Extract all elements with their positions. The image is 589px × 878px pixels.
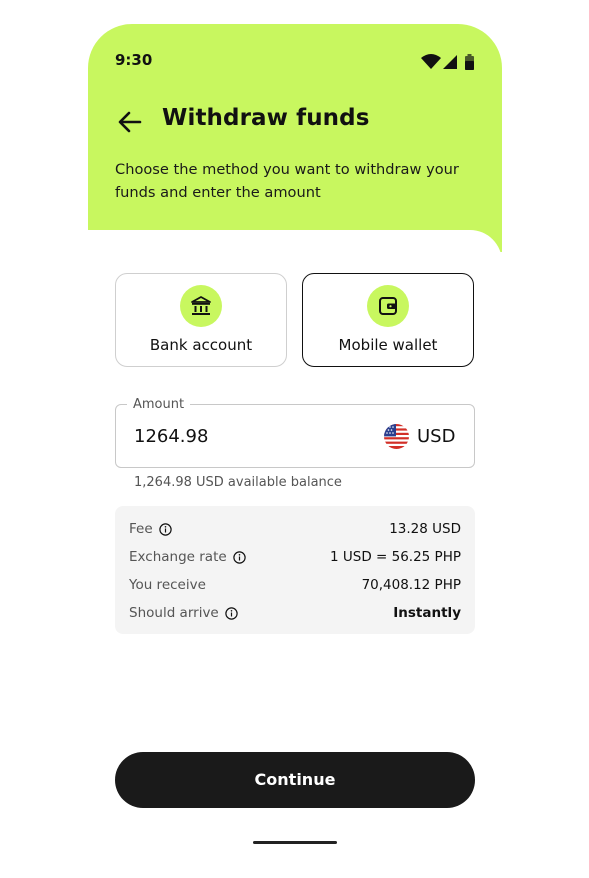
info-icon[interactable] (225, 606, 238, 620)
status-time: 9:30 (115, 51, 153, 69)
page-title: Withdraw funds (162, 105, 370, 131)
signal-icon (443, 55, 457, 69)
you-receive-label: You receive (129, 577, 206, 593)
available-balance-hint: 1,264.98 USD available balance (134, 475, 342, 490)
bank-icon (180, 285, 222, 327)
method-bank-account[interactable]: Bank account (115, 273, 287, 367)
info-icon[interactable] (232, 550, 246, 564)
wallet-icon (367, 285, 409, 327)
summary-row-label: Exchange rate (129, 549, 246, 565)
summary-row-label: You receive (129, 577, 206, 593)
header-curve (88, 230, 502, 270)
amount-label: Amount (127, 397, 191, 412)
home-indicator[interactable] (253, 841, 337, 844)
status-icons (421, 53, 477, 71)
method-label: Mobile wallet (338, 336, 438, 354)
exchange-rate-value: 1 USD = 56.25 PHP (330, 549, 461, 565)
us-flag-icon[interactable] (384, 424, 409, 449)
wifi-icon (421, 54, 474, 70)
exchange-rate-label: Exchange rate (129, 549, 227, 565)
continue-button[interactable]: Continue (115, 752, 475, 808)
fee-value: 13.28 USD (389, 521, 461, 537)
currency-selector[interactable]: USD (417, 426, 455, 447)
amount-input-value[interactable]: 1264.98 (134, 426, 208, 447)
method-label: Bank account (149, 336, 253, 354)
method-mobile-wallet[interactable]: Mobile wallet (302, 273, 474, 367)
should-arrive-value: Instantly (393, 605, 461, 621)
info-icon[interactable] (158, 522, 172, 536)
you-receive-value: 70,408.12 PHP (361, 577, 461, 593)
back-arrow-icon[interactable] (116, 108, 144, 136)
should-arrive-label: Should arrive (129, 605, 219, 621)
fee-label: Fee (129, 521, 153, 537)
page-subtitle: Choose the method you want to withdraw y… (115, 161, 459, 201)
summary-row-label: Fee (129, 521, 172, 537)
summary-row-label: Should arrive (129, 605, 238, 621)
